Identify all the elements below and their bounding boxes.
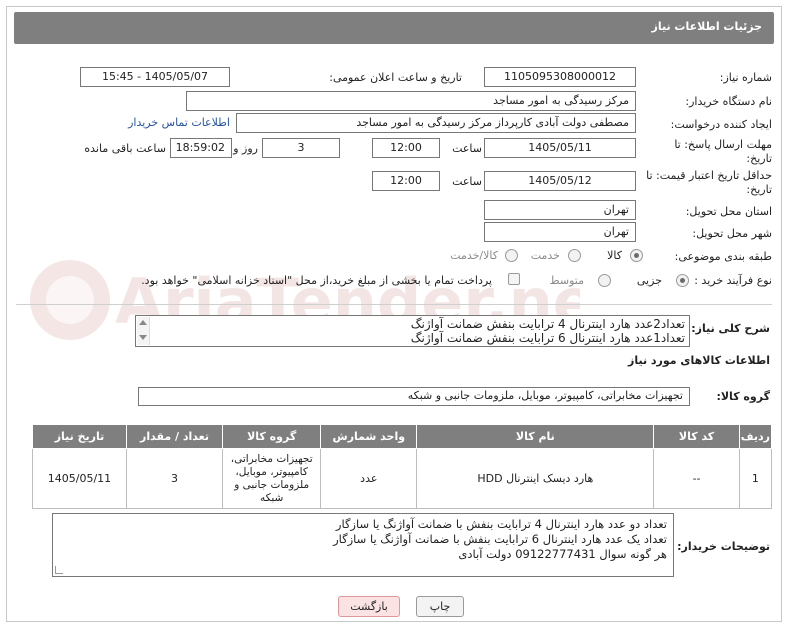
description-label: شرح کلی نیاز: [691, 322, 770, 335]
category-radio-service[interactable] [568, 249, 581, 262]
cell-row: 1 [738, 448, 773, 509]
remaining-time-label: ساعت باقی مانده [84, 142, 166, 155]
category-option-goods: کالا [607, 249, 622, 262]
buyer-notes-line-3: هر گونه سوال 09122777431 دولت آبادی [458, 547, 667, 561]
table-row[interactable]: 1 -- هارد دیسک اینترنال HDD عدد تجهیزات … [32, 448, 773, 509]
reply-date-field[interactable]: 1405/05/11 [484, 138, 636, 158]
resize-grip-icon[interactable] [55, 566, 63, 574]
treasury-payment-note: پرداخت تمام یا بخشی از مبلغ خرید،از محل … [141, 274, 492, 287]
cell-unit: عدد [320, 448, 418, 509]
goods-table: ردیف کد کالا نام کالا واحد شمارش گروه کا… [32, 424, 773, 509]
divider [16, 304, 772, 305]
cell-name: هارد دیسک اینترنال HDD [416, 448, 655, 509]
goods-table-header: ردیف کد کالا نام کالا واحد شمارش گروه کا… [32, 424, 773, 449]
reply-deadline-label: مهلت ارسال پاسخ: تا تاریخ: [674, 138, 772, 165]
cell-group: تجهیزات مخابراتی، کامپیوتر، موبایل، ملزو… [222, 448, 322, 509]
col-group: گروه کالا [222, 424, 322, 449]
announce-label: تاریخ و ساعت اعلان عمومی: [329, 71, 462, 84]
need-number-label: شماره نیاز: [719, 71, 772, 84]
cell-code: -- [653, 448, 740, 509]
category-label: طبقه بندی موضوعی: [674, 250, 772, 263]
reply-time-label: ساعت [452, 142, 482, 155]
col-row: ردیف [738, 424, 773, 449]
col-qty: تعداد / مقدار [125, 424, 224, 449]
goods-group-label: گروه کالا: [716, 390, 770, 403]
description-line-1: تعداد2عدد هارد اینترنال 4 ترابایت بنفش ض… [410, 317, 685, 331]
col-unit: واحد شمارش [320, 424, 418, 449]
col-date: تاریخ نیاز [32, 424, 127, 449]
description-line-2: تعداد1عدد هارد اینترنال 6 ترابایت بنفش ض… [410, 331, 685, 345]
category-option-goods-service: کالا/خدمت [450, 249, 498, 262]
print-button[interactable]: چاپ [416, 596, 464, 617]
province-field[interactable]: تهران [484, 200, 636, 220]
price-date-field[interactable]: 1405/05/12 [484, 171, 636, 191]
process-radio-minor[interactable] [676, 274, 689, 287]
price-validity-label: حداقل تاریخ اعتبار قیمت: تا تاریخ: [646, 169, 772, 196]
category-radio-goods-service[interactable] [505, 249, 518, 262]
scroll-down-icon[interactable] [139, 335, 147, 340]
price-time-label: ساعت [452, 175, 482, 188]
city-label: شهر محل تحویل: [692, 227, 772, 240]
back-button[interactable]: بازگشت [338, 596, 400, 617]
category-radio-goods[interactable] [630, 249, 643, 262]
treasury-payment-checkbox[interactable] [508, 273, 520, 285]
col-name: نام کالا [416, 424, 655, 449]
page-title: جزئیات اطلاعات نیاز [651, 20, 763, 33]
creator-label: ایجاد کننده درخواست: [670, 118, 772, 131]
need-number-field[interactable]: 1105095308000012 [484, 67, 636, 87]
buyer-notes-textarea[interactable]: تعداد دو عدد هارد اینترنال 4 ترابایت بنف… [52, 513, 674, 577]
buyer-org-label: نام دستگاه خریدار: [685, 95, 772, 108]
category-option-service: خدمت [530, 249, 560, 262]
col-code: کد کالا [653, 424, 740, 449]
contact-info-link[interactable]: اطلاعات تماس خریدار [128, 116, 230, 129]
scroll-up-icon[interactable] [139, 320, 147, 325]
process-label: نوع فرآیند خرید : [694, 274, 772, 287]
description-textarea[interactable]: تعداد2عدد هارد اینترنال 4 ترابایت بنفش ض… [135, 315, 690, 347]
title-bar: جزئیات اطلاعات نیاز [14, 12, 774, 44]
days-remaining-field[interactable]: 3 [262, 138, 340, 158]
buyer-org-field[interactable]: مرکز رسیدگی به امور مساجد [186, 91, 636, 111]
buyer-notes-line-2: تعداد یک عدد هارد اینترنال 6 ترابایت بنف… [333, 532, 667, 546]
description-scrollbar[interactable] [137, 317, 150, 345]
remaining-time-field[interactable]: 18:59:02 [170, 138, 232, 158]
price-time-field[interactable]: 12:00 [372, 171, 440, 191]
goods-section-title: اطلاعات کالاهای مورد نیاز [628, 354, 770, 367]
goods-group-field[interactable]: تجهیزات مخابراتی، کامپیوتر، موبایل، ملزو… [138, 387, 690, 406]
cell-date: 1405/05/11 [32, 448, 127, 509]
process-option-minor: جزیی [636, 274, 662, 287]
reply-time-field[interactable]: 12:00 [372, 138, 440, 158]
buyer-notes-label: توضیحات خریدار: [677, 540, 770, 553]
province-label: استان محل تحویل: [685, 205, 772, 218]
city-field[interactable]: تهران [484, 222, 636, 242]
process-radio-medium[interactable] [598, 274, 611, 287]
cell-qty: 3 [125, 448, 224, 509]
buyer-notes-line-1: تعداد دو عدد هارد اینترنال 4 ترابایت بنف… [335, 517, 667, 531]
announce-field[interactable]: 1405/05/07 - 15:45 [80, 67, 230, 87]
creator-field[interactable]: مصطفی دولت آبادی کارپرداز مرکز رسیدگی به… [236, 113, 636, 133]
process-option-medium: متوسط [549, 274, 584, 287]
days-word: روز و [233, 142, 258, 155]
